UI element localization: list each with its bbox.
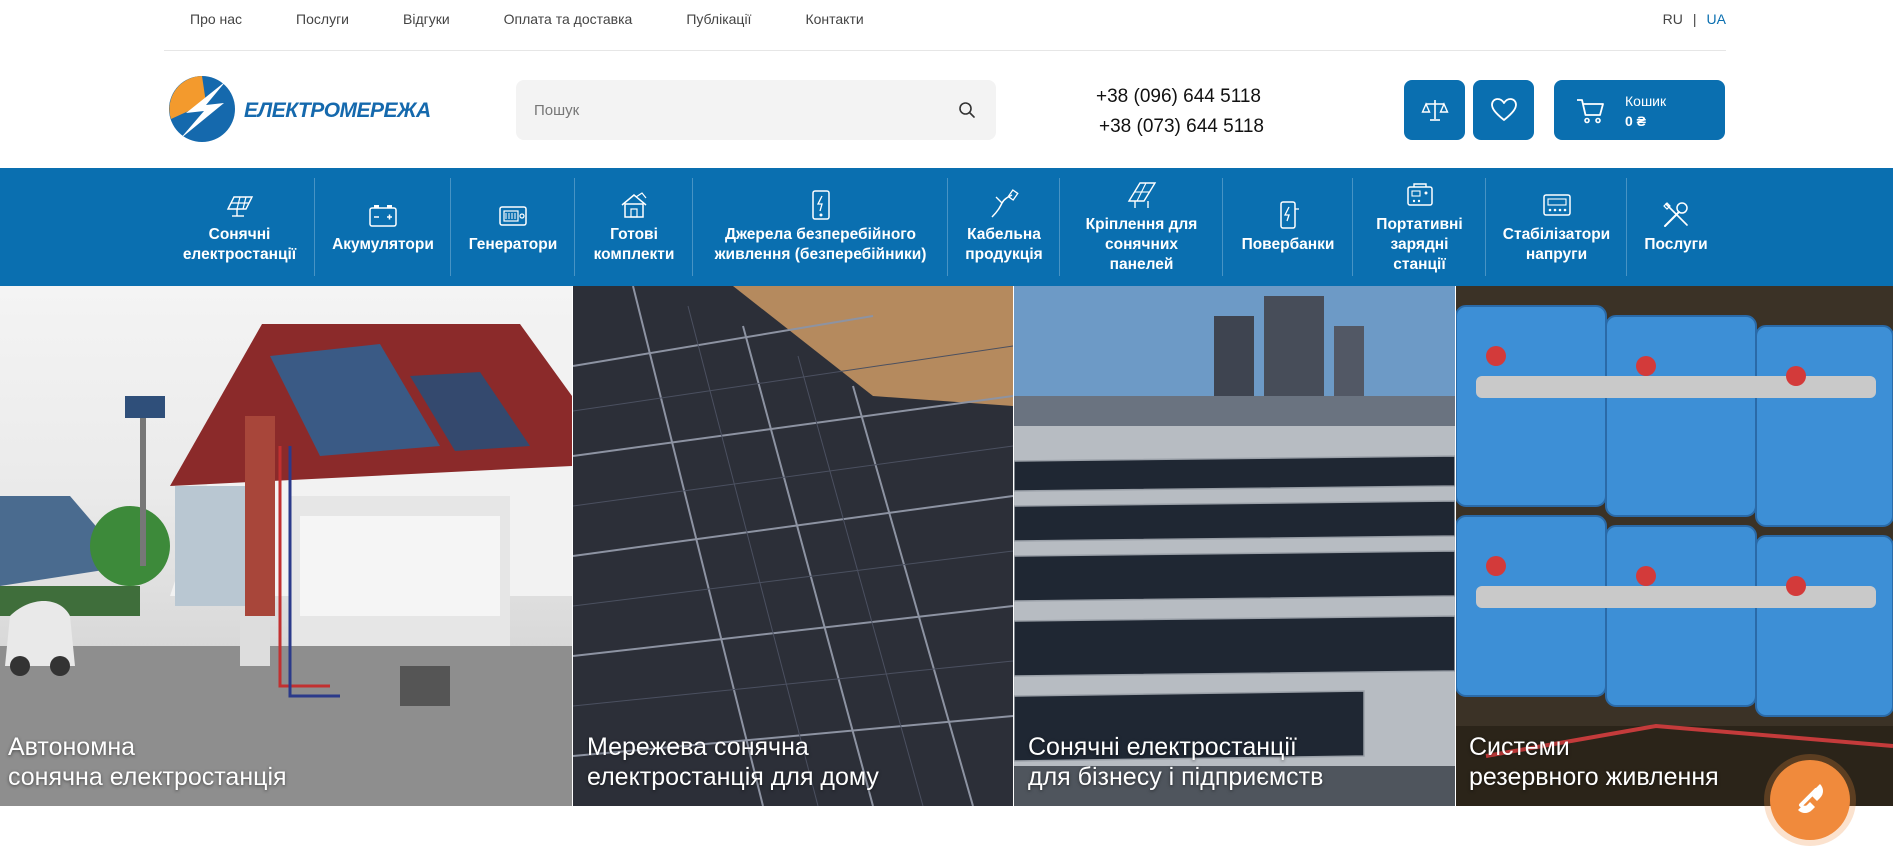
category-portable-stations[interactable]: Портативні зарядні станції (1353, 168, 1486, 286)
call-button[interactable] (1770, 760, 1850, 840)
stabilizer-icon (1542, 194, 1571, 216)
banner-caption-line: Автономна (8, 733, 136, 761)
category-label: Акумулятори (332, 236, 434, 253)
wishlist-button[interactable] (1473, 80, 1534, 140)
category-label: Джерела безперебійного живлення (безпере… (714, 226, 927, 263)
category-stabilizers[interactable]: Стабілізатори напруги (1486, 168, 1627, 286)
category-label: Повербанки (1241, 236, 1335, 253)
category-generators[interactable]: Генератори (451, 168, 575, 286)
lang-ru[interactable]: RU (1663, 11, 1683, 27)
language-switcher: RU | UA (1663, 11, 1726, 27)
solar-panel-icon (226, 196, 253, 217)
nav-contacts[interactable]: Контакти (805, 11, 863, 27)
banner-caption: Сонячні електростанції для бізнесу і під… (1028, 732, 1323, 792)
tools-icon (1663, 202, 1688, 227)
category-mounts[interactable]: Кріплення для сонячних панелей (1060, 168, 1223, 286)
top-bar: Про нас Послуги Відгуки Оплата та достав… (164, 0, 1726, 51)
site-logo[interactable]: ЕЛЕКТРОМЕРЕЖА (166, 73, 431, 145)
logo-icon (169, 76, 235, 142)
banner-caption: Мережева сонячна електростанція для дому (587, 732, 879, 792)
cable-icon (991, 189, 1019, 218)
phone-2[interactable]: +38 (073) 644 5118 (1096, 112, 1264, 142)
banner-caption-line: Системи (1469, 733, 1570, 761)
category-label: Стабілізатори напруги (1502, 226, 1611, 263)
banner-caption: Системи резервного живлення (1469, 732, 1719, 792)
top-nav: Про нас Послуги Відгуки Оплата та достав… (190, 11, 918, 27)
category-ups[interactable]: Джерела безперебійного живлення (безпере… (693, 168, 948, 286)
search-icon[interactable] (958, 101, 976, 119)
banner-autonomous-station[interactable]: Автономна сонячна електростанція (0, 286, 572, 806)
category-services[interactable]: Послуги (1627, 168, 1725, 286)
banner-caption-line: електростанція для дому (587, 763, 879, 791)
category-label: Кабельна продукція (965, 226, 1043, 263)
banner-caption-line: Мережева сонячна (587, 733, 809, 761)
generator-icon (499, 206, 527, 226)
banner-grid-station[interactable]: Мережева сонячна електростанція для дому (573, 286, 1013, 806)
phone-1[interactable]: +38 (096) 644 5118 (1096, 82, 1264, 112)
mount-icon (1127, 182, 1156, 208)
solar-roof-photo (573, 286, 1013, 806)
category-label: Портативні зарядні станції (1376, 216, 1463, 273)
lang-ua[interactable]: UA (1707, 11, 1726, 27)
banner-caption-line: для бізнесу і підприємств (1028, 763, 1324, 791)
category-label: Генератори (468, 236, 558, 253)
category-label: Сонячні електростанції (182, 226, 297, 263)
cart-icon (1577, 99, 1604, 124)
nav-reviews[interactable]: Відгуки (403, 11, 450, 27)
category-bar: Сонячні електростанції Акумулятори Генер… (0, 168, 1893, 286)
search-input[interactable] (534, 80, 934, 140)
nav-payment-delivery[interactable]: Оплата та доставка (504, 11, 633, 27)
category-ready-kits[interactable]: Готові комплекти (575, 168, 693, 286)
house-illustration (0, 324, 572, 806)
nav-publications[interactable]: Публікації (686, 11, 751, 27)
nav-services[interactable]: Послуги (296, 11, 349, 27)
category-label: Послуги (1644, 236, 1708, 253)
phone-numbers: +38 (096) 644 5118 +38 (073) 644 5118 (1096, 82, 1264, 142)
banner-caption-line: резервного живлення (1469, 763, 1719, 791)
category-label: Кріплення для сонячних панелей (1085, 216, 1198, 273)
category-batteries[interactable]: Акумулятори (315, 168, 451, 286)
compare-button[interactable] (1404, 80, 1465, 140)
banner-caption: Автономна сонячна електростанція (8, 732, 287, 792)
cart-label: Кошик (1625, 93, 1667, 109)
phone-icon (1798, 784, 1823, 813)
category-powerbanks[interactable]: Повербанки (1223, 168, 1353, 286)
nav-about[interactable]: Про нас (190, 11, 242, 27)
heart-icon (1490, 98, 1517, 121)
banner-backup-power[interactable]: Системи резервного живлення (1456, 286, 1893, 806)
banner-business-station[interactable]: Сонячні електростанції для бізнесу і під… (1014, 286, 1455, 806)
ups-icon (811, 190, 830, 220)
lang-separator: | (1692, 11, 1697, 27)
logo-text: ЕЛЕКТРОМЕРЕЖА (244, 99, 431, 122)
cart-button[interactable]: Кошик 0 ₴ (1554, 80, 1725, 140)
battery-icon (369, 205, 397, 227)
banner-caption-line: Сонячні електростанції (1028, 733, 1297, 761)
category-label: Готові комплекти (593, 226, 675, 263)
business-solar-photo (1014, 286, 1455, 806)
battery-bank-photo (1456, 286, 1893, 806)
house-kit-icon (621, 192, 647, 218)
powerbank-icon (1280, 201, 1299, 229)
category-solar-stations[interactable]: Сонячні електростанції (164, 168, 315, 286)
banner-caption-line: сонячна електростанція (8, 763, 287, 791)
scales-icon (1420, 100, 1449, 121)
category-cables[interactable]: Кабельна продукція (948, 168, 1060, 286)
portable-station-icon (1406, 183, 1433, 206)
cart-sum: 0 ₴ (1625, 113, 1647, 129)
search-box (516, 80, 996, 140)
